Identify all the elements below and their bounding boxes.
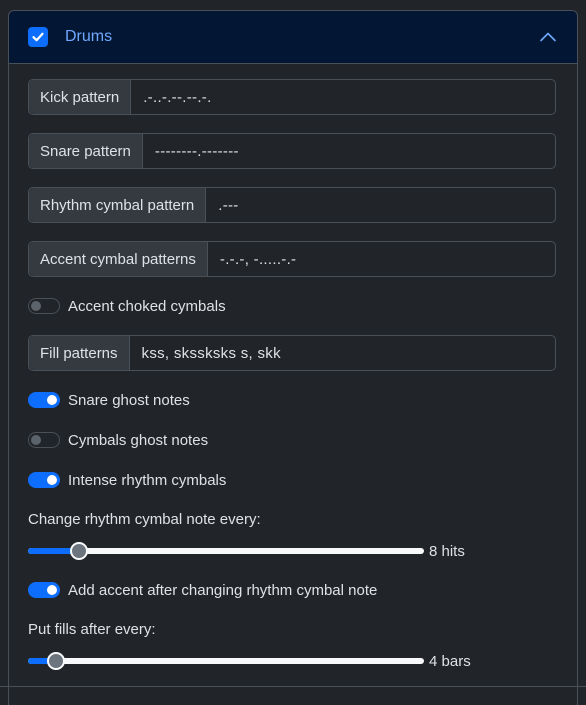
cymbals-ghost-row: Cymbals ghost notes [28,429,556,451]
accent-choked-label: Accent choked cymbals [68,297,226,315]
switch-knob [31,435,41,445]
fill-patterns-group: Fill patterns kss, skssksks s, skk [28,335,556,371]
snare-ghost-label: Snare ghost notes [68,391,190,409]
slider-thumb[interactable] [70,542,89,560]
divider [0,686,586,687]
fill-patterns-input[interactable]: kss, skssksks s, skk [130,336,555,370]
rhythm-cymbal-pattern-input[interactable]: .--- [206,188,555,222]
switch-knob [47,585,57,595]
check-icon [32,32,44,42]
rhythm-change-slider-row: 8 hits [28,539,556,563]
rhythm-cymbal-pattern-label: Rhythm cymbal pattern [29,188,207,222]
fill-patterns-label: Fill patterns [29,336,130,370]
intense-rhythm-switch[interactable] [28,472,60,488]
cymbals-ghost-switch[interactable] [28,432,60,448]
slider-thumb[interactable] [46,652,65,670]
add-accent-switch[interactable] [28,582,60,598]
drums-checkbox[interactable] [28,27,48,47]
kick-pattern-label: Kick pattern [29,80,132,114]
add-accent-row: Add accent after changing rhythm cymbal … [28,579,556,601]
fills-every-slider[interactable] [28,652,424,670]
snare-ghost-switch[interactable] [28,392,60,408]
fills-every-slider-row: 4 bars [28,649,556,673]
chevron-up-icon[interactable] [539,28,557,46]
switch-knob [31,301,41,311]
rhythm-cymbal-pattern-group: Rhythm cymbal pattern .--- [28,187,556,223]
accent-cymbal-patterns-group: Accent cymbal patterns -.-.-, -.....-.- [28,241,556,277]
fills-every-value: 4 bars [429,652,471,670]
rhythm-change-slider[interactable] [28,542,424,560]
drums-title: Drums [65,28,113,45]
drums-header[interactable]: Drums [9,11,577,64]
fills-every-label: Put fills after every: [28,620,156,638]
snare-pattern-input[interactable]: --------.------- [143,134,555,168]
intense-rhythm-label: Intense rhythm cymbals [68,471,227,489]
drums-panel: Drums Kick pattern .-..-.--.--.-. Snare … [8,10,578,705]
snare-ghost-row: Snare ghost notes [28,389,556,411]
kick-pattern-group: Kick pattern .-..-.--.--.-. [28,79,556,115]
cymbals-ghost-label: Cymbals ghost notes [68,431,209,449]
accent-choked-switch[interactable] [28,298,60,314]
accent-cymbal-patterns-label: Accent cymbal patterns [29,242,208,276]
accent-cymbal-patterns-input[interactable]: -.-.-, -.....-.- [208,242,555,276]
switch-knob [47,475,57,485]
rhythm-change-value: 8 hits [429,542,465,560]
snare-pattern-group: Snare pattern --------.------- [28,133,556,169]
add-accent-label: Add accent after changing rhythm cymbal … [68,581,378,599]
switch-knob [47,395,57,405]
rhythm-change-label: Change rhythm cymbal note every: [28,510,261,528]
intense-rhythm-row: Intense rhythm cymbals [28,469,556,491]
snare-pattern-label: Snare pattern [29,134,143,168]
accent-choked-row: Accent choked cymbals [28,295,556,317]
kick-pattern-input[interactable]: .-..-.--.--.-. [131,80,555,114]
